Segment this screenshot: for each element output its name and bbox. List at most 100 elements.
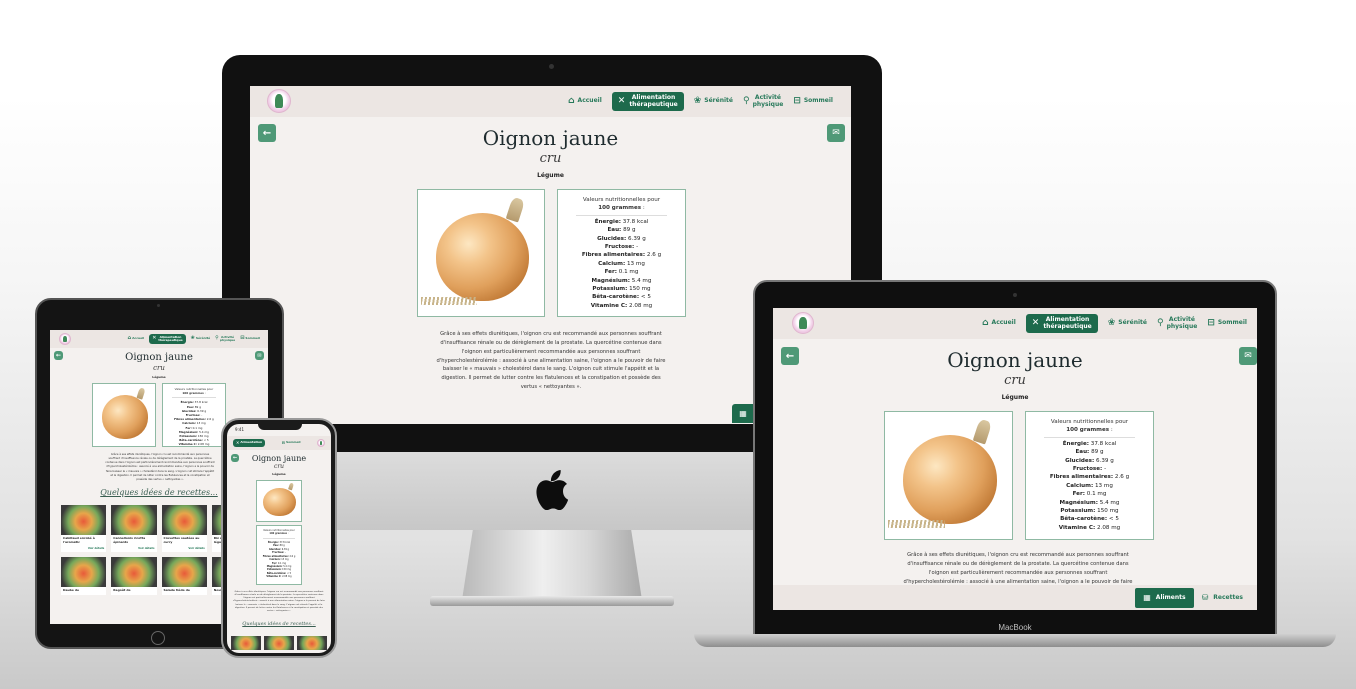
recipe-card[interactable]: Cannellonis ricotta épinards Voir détails [111, 505, 157, 552]
nav-alimentation[interactable]: ✕ Alimentation thérapeutique [611, 92, 684, 111]
tab-aliments-partial[interactable]: ▦ [732, 404, 754, 423]
recipe-card[interactable]: Cabillaud enrobé à l'aromatic Voir détail… [61, 505, 107, 552]
nav-activite[interactable]: ⚲ Activité physique [743, 94, 784, 108]
lotus-icon: ❀ [693, 95, 702, 106]
nutrition-rows: Énergie: 37.8 kcal Eau: 89 g Glucides: 6.3… [1026, 440, 1153, 532]
food-category: Légume [537, 172, 564, 179]
nav-serenite[interactable]: ❀ Sérénité [693, 95, 733, 106]
recipe-card[interactable] [264, 636, 294, 650]
bed-icon: ⊟ [240, 335, 245, 342]
recipe-details-link[interactable]: Voir détails [162, 547, 207, 552]
food-category: Légume [1001, 394, 1029, 401]
iphone-screen: 9:41 ✕ Alimentation ⊟ Sommeil ← Oignon j… [227, 424, 331, 653]
food-description: Grâce à ses effets diurétiques, l'oignon… [233, 591, 325, 612]
table-icon: ▦ [739, 409, 747, 418]
recipe-title: Cannellonis ricotta épinards [113, 536, 146, 544]
nav-home[interactable]: ⌂ Accueil [128, 336, 145, 342]
nutrition-label: Fer: [604, 269, 617, 276]
food-category: Légume [152, 375, 166, 379]
nutrition-row: Fructose: - [558, 243, 685, 251]
nutrition-value: 2.08 mg [628, 302, 653, 309]
nutrition-row: Énergie: 37.8 kcal [558, 218, 685, 226]
recipe-card[interactable]: Daube de [61, 556, 107, 595]
tab-aliments[interactable]: ▦ Aliments [1135, 587, 1194, 608]
nutrition-label: Eau: [607, 227, 622, 234]
nutrition-row: Énergie: 37.8 kcal [1026, 440, 1153, 448]
imac-camera [549, 64, 554, 69]
recipe-card[interactable]: Crevettes sautées au curry Voir détails [161, 505, 207, 552]
nav-alimentation[interactable]: ✕ Alimentation [233, 439, 266, 447]
nav-alimentation[interactable]: ✕ Alimentation thérapeutique [1025, 314, 1098, 333]
nutrition-label: Magnésium: [1059, 499, 1098, 506]
home-icon: ⌂ [982, 317, 989, 328]
nutrition-row: Eau: 89 g [1026, 448, 1153, 456]
tab-recettes[interactable]: ⛁ Recettes [1194, 588, 1251, 608]
recipe-image [231, 636, 261, 650]
nutrition-row: Potassium: 150 mg [1026, 507, 1153, 515]
nutrition-value: 2.08 mg [1096, 524, 1121, 531]
nutrition-label: Vitamine C: [1058, 524, 1096, 531]
nutrition-intro: Valeurs nutritionnelles pour [582, 197, 661, 203]
nutrition-row: Bêta-carotène: < 5 [1026, 515, 1153, 523]
fork-knife-icon: ✕ [617, 95, 626, 106]
site-logo[interactable] [267, 89, 291, 113]
ipad-camera [157, 304, 160, 307]
nav-sommeil[interactable]: ⊟ Sommeil [793, 95, 833, 106]
food-description: Grâce à ses effets diurétiques, l'oignon… [903, 552, 1133, 585]
nutrition-label: Vitamine C: [590, 302, 628, 309]
nutrition-panel: Valeurs nutritionnelles pour 100 grammes … [162, 383, 226, 447]
nutrition-value: 89 g [623, 227, 636, 234]
nav-serenite[interactable]: ❀ Sérénité [191, 336, 211, 342]
nutrition-panel: Valeurs nutritionnelles pour 100 grammes … [557, 189, 686, 317]
bed-icon: ⊟ [793, 95, 801, 106]
recipe-details-link[interactable]: Voir détails [61, 547, 106, 552]
nutrition-value: - [1104, 465, 1107, 472]
site-logo[interactable] [317, 439, 325, 447]
nav-serenite-label: Sérénité [704, 97, 733, 105]
nav-alimentation[interactable]: ✕ Alimentation thérapeutique [149, 334, 186, 344]
nav-sommeil[interactable]: ⊟ Sommeil [1207, 318, 1247, 328]
recipe-title: Ragoût de [113, 587, 131, 592]
nutrition-row: Fer: 0.1 mg [1026, 490, 1153, 498]
nav-activite[interactable]: ⚲ Activité physique [1157, 316, 1198, 330]
recipe-card[interactable]: Ragoût de [111, 556, 157, 595]
nutrition-row: Fructose: - [1026, 465, 1153, 473]
nav-activite-line2: physique [219, 338, 236, 342]
phone-status-time: 9:41 [235, 427, 244, 432]
nutrition-label: Potassium: [1060, 507, 1096, 514]
recipe-card[interactable] [297, 636, 327, 650]
nav-serenite[interactable]: ❀ Sérénité [1108, 318, 1147, 328]
nav-home[interactable]: ⌂ Accueil [568, 96, 602, 106]
nav-home[interactable]: ⌂ Accueil [982, 317, 1016, 328]
nav-activite[interactable]: ⚲ Activité physique [215, 335, 236, 342]
nutrition-value: 6.39 g [1096, 457, 1114, 464]
recipe-title: Daube de [63, 587, 80, 592]
nutrition-label: Énergie: [594, 218, 621, 225]
recipe-card[interactable] [231, 636, 261, 650]
food-state: cru [539, 151, 562, 166]
nav-activite-line2: physique [1166, 322, 1198, 330]
nutrition-per: 100 grammes [598, 205, 642, 212]
nav-sommeil-label: Sommeil [1217, 319, 1247, 327]
nutrition-value: 2.6 g [1114, 474, 1130, 481]
food-state: cru [273, 463, 285, 470]
nutrition-label: Glucides: [597, 235, 627, 242]
nav-sommeil[interactable]: ⊟ Sommeil [240, 335, 260, 342]
nutrition-label: Fructose: [1072, 465, 1103, 472]
nutrition-label: Bêta-carotène: [1060, 516, 1108, 523]
site-header: ⌂ Accueil ✕ Alimentation thérapeutique ❀ … [250, 86, 851, 117]
nutrition-label: Calcium: [598, 260, 626, 267]
recipe-card[interactable]: Salade tiède de [161, 556, 207, 595]
nutrition-row: Magnésium: 5.4 mg [558, 277, 685, 285]
nutrition-label: Bêta-carotène: [592, 294, 640, 301]
nav-activite-line2: physique [752, 100, 784, 108]
recipe-details-link[interactable]: Voir détails [111, 547, 156, 552]
site-logo[interactable] [59, 333, 71, 345]
site-logo[interactable] [792, 312, 814, 334]
nutrition-label: Potassium: [592, 285, 628, 292]
runner-icon: ⚲ [215, 335, 219, 342]
food-description: Grâce à ses effets diurétiques, l'oignon… [436, 331, 666, 391]
nav-sommeil[interactable]: ⊟ Sommeil [282, 440, 301, 445]
nav-serenite-label: Sérénité [195, 336, 211, 341]
nutrition-label: Fibres alimentaires: [1049, 474, 1114, 481]
